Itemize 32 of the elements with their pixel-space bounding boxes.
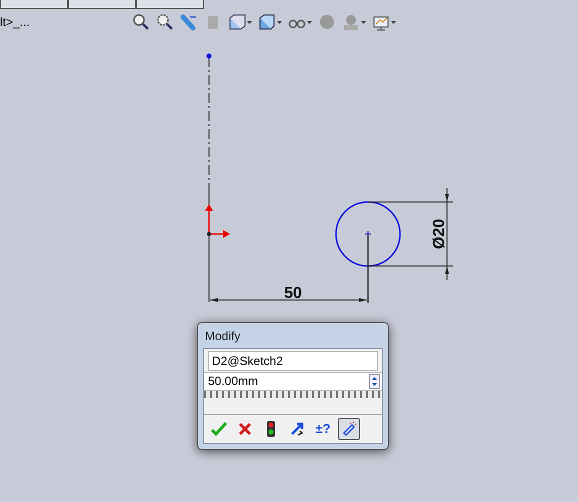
horizontal-dimension: 50 bbox=[284, 285, 302, 302]
tolerance-button[interactable]: ±? bbox=[312, 418, 334, 440]
close-icon bbox=[238, 422, 252, 436]
center-mark-icon bbox=[364, 230, 372, 238]
ruler-icon bbox=[341, 421, 357, 437]
thumbwheel[interactable] bbox=[204, 391, 382, 398]
extension-line bbox=[367, 234, 369, 303]
ribbon-tab[interactable] bbox=[0, 0, 68, 9]
diameter-dimension: Ø20 bbox=[431, 218, 448, 250]
checkmark-icon bbox=[211, 422, 227, 436]
zoom-area-icon[interactable] bbox=[156, 13, 174, 31]
sketch-circle bbox=[335, 201, 401, 267]
endpoint-dot bbox=[206, 54, 212, 58]
traffic-light-icon bbox=[267, 421, 275, 437]
view-orientation-icon[interactable] bbox=[228, 13, 246, 31]
caret-icon[interactable] bbox=[361, 20, 366, 24]
arrows-icon bbox=[289, 421, 305, 437]
ribbon-tab[interactable] bbox=[136, 0, 204, 9]
mark-button[interactable] bbox=[338, 418, 360, 440]
caret-icon[interactable] bbox=[247, 20, 252, 24]
dimension-name-field[interactable]: D2@Sketch2 bbox=[208, 351, 378, 371]
display-style-icon[interactable] bbox=[258, 13, 276, 31]
caret-icon[interactable] bbox=[277, 20, 282, 24]
breadcrumb-text: lt>_... bbox=[0, 14, 31, 31]
zoom-fit-icon[interactable] bbox=[132, 13, 150, 31]
ribbon-tab[interactable] bbox=[68, 0, 136, 9]
origin-axes bbox=[205, 204, 230, 238]
spinner-icon[interactable] bbox=[369, 374, 380, 389]
caret-icon[interactable] bbox=[307, 20, 312, 24]
dialog-title: Modify bbox=[204, 328, 242, 345]
caret-icon[interactable] bbox=[391, 20, 396, 24]
value-field[interactable]: 50.00mm bbox=[204, 372, 382, 391]
